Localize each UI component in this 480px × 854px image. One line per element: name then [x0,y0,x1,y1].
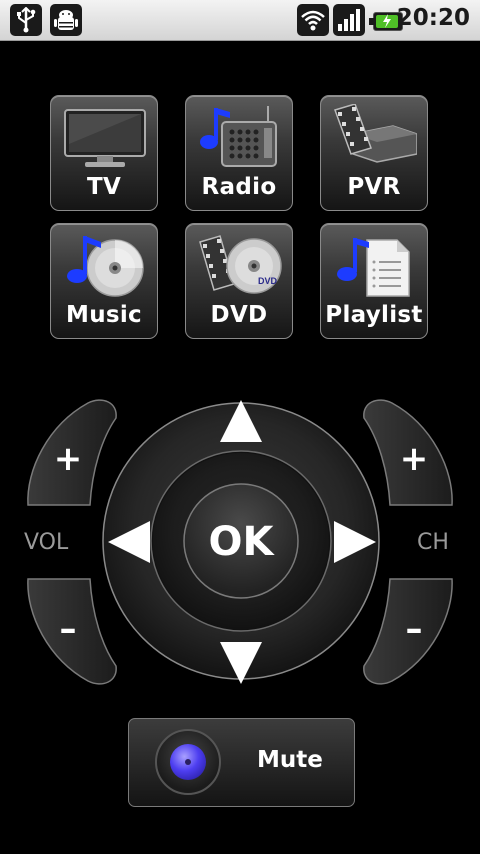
ok-label: OK [209,519,276,565]
channel-down-label: – [406,609,423,649]
volume-label: VOL [24,530,69,555]
channel-up-label: + [400,439,429,479]
volume-up-label: + [54,439,83,479]
mute-button[interactable]: Mute [128,718,355,807]
mute-label: Mute [257,747,323,773]
channel-label: CH [417,530,449,555]
volume-down-label: – [60,609,77,649]
mute-indicator-icon [155,729,221,795]
